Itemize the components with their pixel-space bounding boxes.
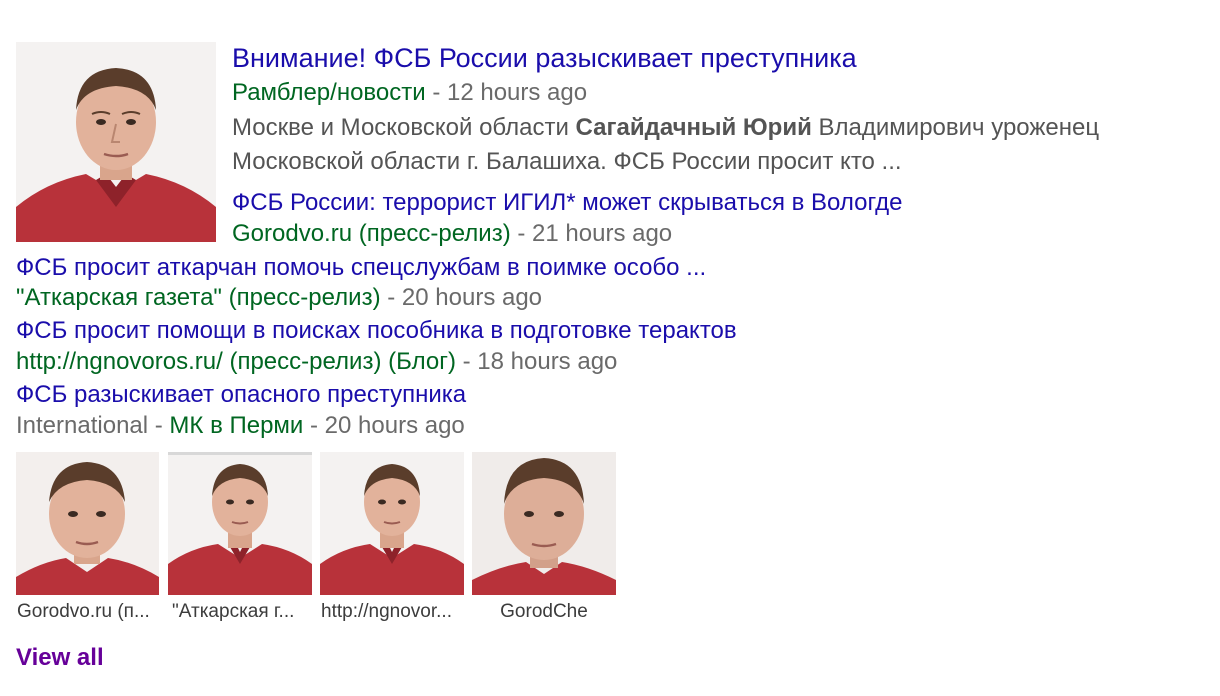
story-meta: http://ngnovoros.ru/ (пресс-релиз) (Блог… (16, 347, 617, 377)
top-story-source[interactable]: Рамблер/новости (232, 79, 426, 106)
meta-separator: - (380, 284, 402, 311)
meta-separator: - (455, 348, 478, 375)
portrait-image (16, 452, 159, 595)
story-meta: Gorodvo.ru (пресс-релиз) - 21 hours ago (232, 219, 672, 249)
story-source[interactable]: "Аткарская газета" (пресс-релиз) (16, 284, 381, 311)
top-story-title[interactable]: Внимание! ФСБ России разыскивает преступ… (232, 40, 857, 76)
portrait-image (472, 452, 616, 595)
story-source[interactable]: МК в Перми (169, 412, 303, 439)
story-title[interactable]: ФСБ просит аткарчан помочь спецслужбам в… (16, 252, 706, 284)
story-meta: International - МК в Перми - 20 hours ag… (16, 411, 465, 441)
related-image-thumb[interactable] (320, 452, 464, 595)
story-time: 21 hours ago (532, 220, 673, 247)
meta-separator: - (510, 220, 533, 247)
related-image-caption: "Аткарская г... (172, 601, 295, 622)
meta-separator: - (425, 79, 447, 106)
related-image-caption: GorodChe (500, 601, 588, 622)
related-image-thumb[interactable] (472, 452, 616, 595)
top-story-snippet: Москве и Московской области Сагайдачный … (232, 111, 1192, 179)
story-time: 20 hours ago (324, 412, 465, 439)
related-image-caption: Gorodvo.ru (п... (17, 601, 150, 622)
story-source[interactable]: http://ngnovoros.ru/ (пресс-релиз) (Блог… (16, 348, 456, 375)
news-results: Внимание! ФСБ России разыскивает преступ… (0, 0, 1220, 696)
story-source[interactable]: Gorodvo.ru (пресс-релиз) (232, 220, 511, 247)
meta-separator: - (303, 412, 325, 439)
story-meta: "Аткарская газета" (пресс-релиз) - 20 ho… (16, 283, 542, 313)
portrait-image (320, 452, 464, 595)
top-story-meta: Рамблер/новости - 12 hours ago (232, 78, 587, 108)
snippet-highlight: Сагайдачный Юрий (575, 114, 812, 141)
view-all-link[interactable]: View all (16, 642, 104, 674)
portrait-image (168, 452, 312, 595)
top-story-time: 12 hours ago (446, 79, 588, 106)
related-images-strip: Gorodvo.ru (п... "Аткарская г... http://… (16, 452, 636, 632)
top-story-photo[interactable] (16, 42, 216, 242)
story-title[interactable]: ФСБ просит помощи в поисках пособника в … (16, 315, 737, 347)
portrait-image (16, 42, 216, 242)
meta-separator: - (148, 412, 170, 439)
related-image-thumb[interactable] (16, 452, 159, 595)
story-title[interactable]: ФСБ России: террорист ИГИЛ* может скрыва… (232, 187, 903, 219)
story-time: 20 hours ago (401, 284, 543, 311)
related-image-thumb[interactable] (168, 452, 312, 595)
related-image-caption: http://ngnovor... (321, 601, 452, 622)
story-section: International (16, 412, 149, 439)
story-title[interactable]: ФСБ разыскивает опасного преступника (16, 379, 466, 411)
story-time: 18 hours ago (477, 348, 618, 375)
snippet-text-before: Москве и Московской области (232, 114, 576, 141)
